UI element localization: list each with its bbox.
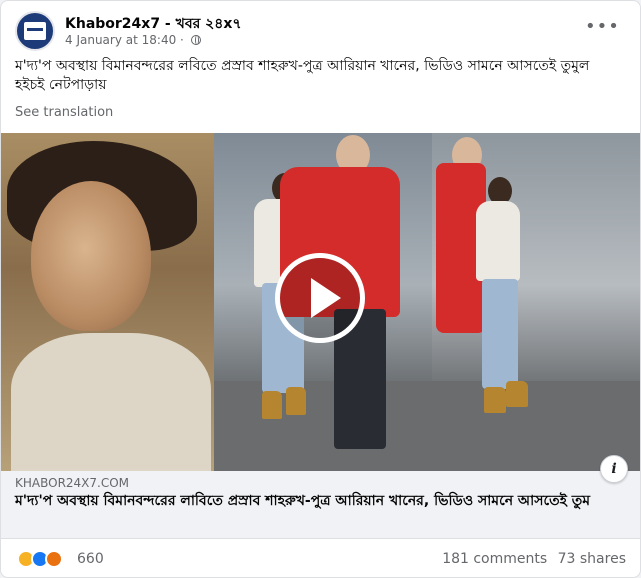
shares-count[interactable]: 73 shares [558, 551, 626, 567]
video-thumbnail[interactable] [1, 133, 640, 471]
link-domain: KHABOR24X7.COM [15, 476, 130, 490]
post-card: Khabor24x7 - খবর ২৪x৭ 4 January at 18:40… [0, 0, 641, 578]
link-title[interactable]: ম'দ্য'প অবস্থায় বিমানবন্দরের লাবিতে প্র… [15, 491, 630, 511]
more-horizontal-icon: ••• [585, 16, 620, 37]
thumbnail-portrait-panel [1, 133, 214, 471]
post-date[interactable]: 4 January at 18:40 [65, 33, 176, 47]
info-icon[interactable]: i [600, 455, 628, 483]
meta-separator: · [180, 33, 184, 47]
play-icon[interactable] [275, 253, 365, 343]
post-text: ম'দ্য'প অবস্থায় বিমানবন্দরের লবিতে প্রস… [15, 58, 590, 93]
see-translation-link[interactable]: See translation [15, 105, 113, 120]
more-options-button[interactable]: ••• [585, 17, 619, 45]
post-footer: 660 181 comments 73 shares [1, 541, 640, 577]
page-avatar[interactable] [15, 11, 55, 51]
reaction-count[interactable]: 660 [77, 551, 104, 567]
post-stats: 181 comments 73 shares [436, 551, 626, 567]
post-meta: 4 January at 18:40 · [65, 33, 201, 47]
link-preview[interactable]: i KHABOR24X7.COM ম'দ্য'প অবস্থায় বিমানব… [1, 455, 640, 539]
comments-count[interactable]: 181 comments [442, 551, 547, 567]
globe-icon [190, 35, 201, 45]
logo-icon [24, 22, 46, 40]
thumbnail-airport-panel-2 [432, 133, 640, 471]
post-header: Khabor24x7 - খবর ২৪x৭ 4 January at 18:40… [15, 11, 619, 53]
angry-reaction-icon [45, 550, 63, 568]
